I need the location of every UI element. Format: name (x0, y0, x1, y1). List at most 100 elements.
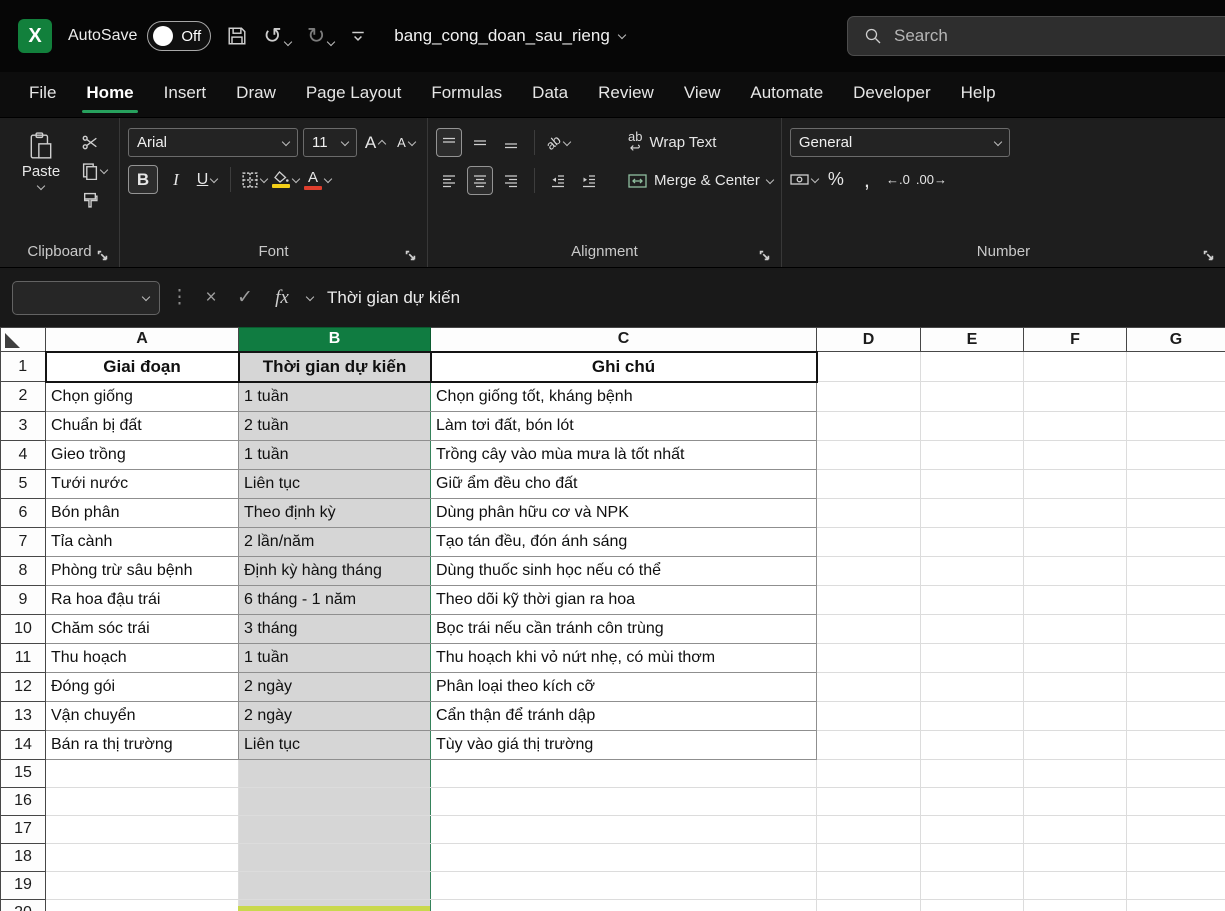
cell-G18[interactable] (1127, 843, 1225, 871)
cell-G3[interactable] (1127, 411, 1225, 440)
cell-D17[interactable] (817, 815, 921, 843)
orientation-button[interactable]: ab (545, 128, 571, 157)
cell-G12[interactable] (1127, 672, 1225, 701)
insert-function-button[interactable]: fx (267, 287, 297, 309)
row-header-7[interactable]: 7 (1, 527, 46, 556)
cell-D10[interactable] (817, 614, 921, 643)
cell-E7[interactable] (921, 527, 1024, 556)
cell-C13[interactable]: Cẩn thận để tránh dập (431, 701, 817, 730)
cell-G8[interactable] (1127, 556, 1225, 585)
cell-B5[interactable]: Liên tục (239, 469, 431, 498)
cell-C19[interactable] (431, 871, 817, 899)
autosave-toggle[interactable]: Off (147, 21, 211, 51)
cell-C6[interactable]: Dùng phân hữu cơ và NPK (431, 498, 817, 527)
cell-A20[interactable] (46, 899, 239, 911)
cell-B17[interactable] (239, 815, 431, 843)
cell-F3[interactable] (1024, 411, 1127, 440)
cell-F20[interactable] (1024, 899, 1127, 911)
font-size-select[interactable]: 11 (303, 128, 357, 157)
cell-D1[interactable] (817, 352, 921, 382)
cell-F5[interactable] (1024, 469, 1127, 498)
cell-C9[interactable]: Theo dõi kỹ thời gian ra hoa (431, 585, 817, 614)
cell-B11[interactable]: 1 tuần (239, 643, 431, 672)
cell-E19[interactable] (921, 871, 1024, 899)
row-header-6[interactable]: 6 (1, 498, 46, 527)
cell-D5[interactable] (817, 469, 921, 498)
font-color-button[interactable]: A (304, 165, 331, 194)
cell-F7[interactable] (1024, 527, 1127, 556)
cell-D18[interactable] (817, 843, 921, 871)
cell-E8[interactable] (921, 556, 1024, 585)
cell-D3[interactable] (817, 411, 921, 440)
menu-tab-data[interactable]: Data (517, 72, 583, 117)
row-header-16[interactable]: 16 (1, 787, 46, 815)
cell-F1[interactable] (1024, 352, 1127, 382)
row-header-12[interactable]: 12 (1, 672, 46, 701)
cell-G10[interactable] (1127, 614, 1225, 643)
formula-content[interactable]: Thời gian dự kiến (327, 288, 460, 308)
cell-E13[interactable] (921, 701, 1024, 730)
menu-tab-file[interactable]: File (14, 72, 71, 117)
cell-C7[interactable]: Tạo tán đều, đón ánh sáng (431, 527, 817, 556)
cell-C1[interactable]: Ghi chú (431, 352, 817, 382)
cell-A11[interactable]: Thu hoạch (46, 643, 239, 672)
cell-B15[interactable] (239, 759, 431, 787)
cell-A13[interactable]: Vận chuyển (46, 701, 239, 730)
number-dialog-launcher[interactable] (1202, 249, 1215, 262)
cell-C17[interactable] (431, 815, 817, 843)
accounting-format-button[interactable] (790, 165, 818, 194)
cell-D6[interactable] (817, 498, 921, 527)
cell-B1[interactable]: Thời gian dự kiến (239, 352, 431, 382)
wrap-text-button[interactable]: ab↩ Wrap Text (628, 128, 773, 157)
cell-G7[interactable] (1127, 527, 1225, 556)
cell-C10[interactable]: Bọc trái nếu cần tránh côn trùng (431, 614, 817, 643)
font-family-select[interactable]: Arial (128, 128, 298, 157)
align-center-button[interactable] (467, 166, 493, 195)
cell-A2[interactable]: Chọn giống (46, 382, 239, 412)
row-header-9[interactable]: 9 (1, 585, 46, 614)
cell-G2[interactable] (1127, 382, 1225, 412)
excel-logo-icon[interactable]: X (18, 19, 52, 53)
cell-A1[interactable]: Giai đoạn (46, 352, 239, 382)
cell-B19[interactable] (239, 871, 431, 899)
row-header-11[interactable]: 11 (1, 643, 46, 672)
cell-D7[interactable] (817, 527, 921, 556)
cell-F17[interactable] (1024, 815, 1127, 843)
cell-B14[interactable]: Liên tục (239, 730, 431, 759)
cell-B18[interactable] (239, 843, 431, 871)
cut-button[interactable] (82, 132, 107, 152)
cell-C12[interactable]: Phân loại theo kích cỡ (431, 672, 817, 701)
cell-E10[interactable] (921, 614, 1024, 643)
cell-C11[interactable]: Thu hoạch khi vỏ nứt nhẹ, có mùi thơm (431, 643, 817, 672)
cell-A14[interactable]: Bán ra thị trường (46, 730, 239, 759)
cell-C20[interactable] (431, 899, 817, 911)
cell-G9[interactable] (1127, 585, 1225, 614)
cell-D14[interactable] (817, 730, 921, 759)
menu-tab-help[interactable]: Help (946, 72, 1011, 117)
decrease-indent-button[interactable] (545, 166, 571, 195)
cell-B12[interactable]: 2 ngày (239, 672, 431, 701)
column-header-G[interactable]: G (1127, 328, 1225, 352)
cell-E3[interactable] (921, 411, 1024, 440)
cell-A8[interactable]: Phòng trừ sâu bệnh (46, 556, 239, 585)
cell-G17[interactable] (1127, 815, 1225, 843)
row-header-8[interactable]: 8 (1, 556, 46, 585)
cell-G19[interactable] (1127, 871, 1225, 899)
cell-F9[interactable] (1024, 585, 1127, 614)
cell-G20[interactable] (1127, 899, 1225, 911)
paste-button[interactable]: Paste (12, 128, 70, 243)
cell-F2[interactable] (1024, 382, 1127, 412)
select-all-button[interactable] (1, 328, 46, 352)
menu-tab-review[interactable]: Review (583, 72, 669, 117)
alignment-dialog-launcher[interactable] (758, 249, 771, 262)
cell-E11[interactable] (921, 643, 1024, 672)
cell-E12[interactable] (921, 672, 1024, 701)
document-title[interactable]: bang_cong_doan_sau_rieng (394, 26, 625, 46)
cell-E17[interactable] (921, 815, 1024, 843)
menu-tab-formulas[interactable]: Formulas (416, 72, 517, 117)
comma-style-button[interactable]: , (854, 165, 880, 194)
cell-F12[interactable] (1024, 672, 1127, 701)
cell-F13[interactable] (1024, 701, 1127, 730)
cell-F18[interactable] (1024, 843, 1127, 871)
cell-C5[interactable]: Giữ ẩm đều cho đất (431, 469, 817, 498)
